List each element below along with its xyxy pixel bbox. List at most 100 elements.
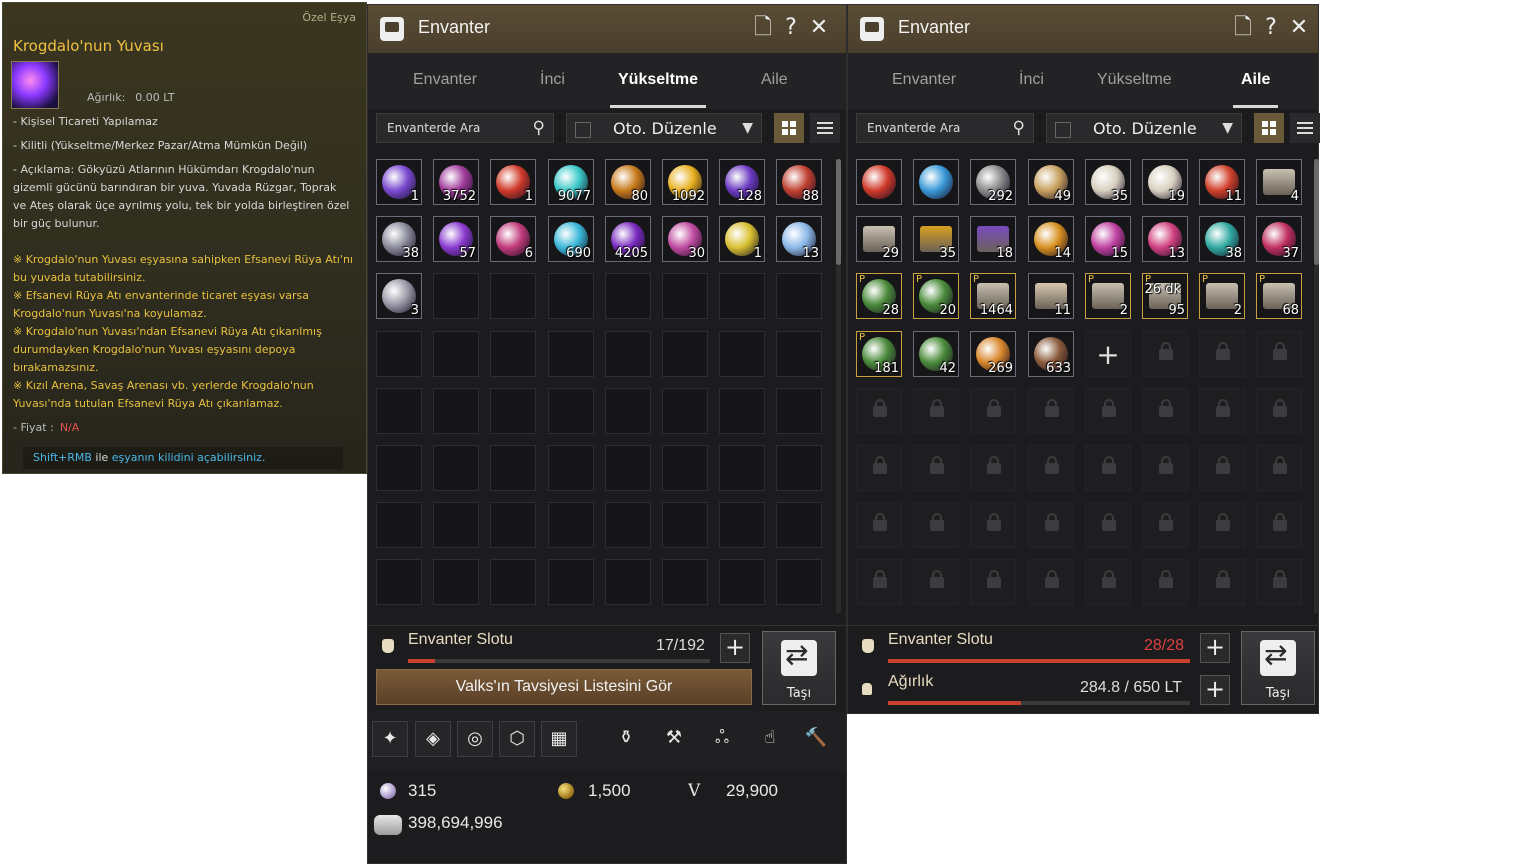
empty-slot[interactable] xyxy=(776,502,822,548)
document-icon[interactable]: 🗋 xyxy=(750,15,776,41)
empty-slot[interactable] xyxy=(719,331,765,377)
empty-slot[interactable] xyxy=(490,388,536,434)
empty-slot[interactable] xyxy=(433,388,479,434)
mallet-icon[interactable]: 🔨 xyxy=(798,721,834,757)
inventory-item[interactable]: 4 xyxy=(1256,159,1302,205)
inventory-item[interactable]: 35 xyxy=(1085,159,1131,205)
inventory-item[interactable]: 3752 xyxy=(433,159,479,205)
inventory-item[interactable]: 1 xyxy=(490,159,536,205)
inventory-item[interactable]: 4205 xyxy=(605,216,651,262)
empty-slot[interactable] xyxy=(376,445,422,491)
empty-slot[interactable] xyxy=(605,445,651,491)
inventory-item[interactable]: 292 xyxy=(970,159,1016,205)
empty-slot[interactable] xyxy=(605,388,651,434)
grid-icon[interactable]: ▦ xyxy=(541,721,577,757)
close-icon[interactable]: ✕ xyxy=(1286,15,1312,41)
inventory-item[interactable]: P2 xyxy=(1199,273,1245,319)
inventory-item[interactable]: P 68 xyxy=(1256,273,1302,319)
inventory-item[interactable]: 269 xyxy=(970,331,1016,377)
empty-slot[interactable] xyxy=(662,388,708,434)
close-icon[interactable]: ✕ xyxy=(806,15,832,41)
empty-slot[interactable] xyxy=(605,273,651,319)
valks-advice-button[interactable]: Valks'ın Tavsiyesi Listesini Gör xyxy=(376,669,752,705)
auto-sort-checkbox[interactable] xyxy=(575,122,591,138)
empty-slot[interactable] xyxy=(376,502,422,548)
inventory-item[interactable]: 11 xyxy=(1028,273,1074,319)
inventory-item[interactable]: 49 xyxy=(1028,159,1074,205)
inventory-item[interactable]: 128 xyxy=(719,159,765,205)
empty-slot[interactable] xyxy=(605,331,651,377)
empty-slot[interactable] xyxy=(605,559,651,605)
empty-slot[interactable] xyxy=(376,559,422,605)
empty-slot[interactable] xyxy=(776,559,822,605)
empty-slot[interactable] xyxy=(662,559,708,605)
hand-icon[interactable]: ☝ xyxy=(752,721,788,757)
empty-slot[interactable] xyxy=(548,273,594,319)
inventory-item[interactable]: 19 xyxy=(1142,159,1188,205)
empty-slot[interactable] xyxy=(433,502,479,548)
move-button[interactable]: Taşı xyxy=(1241,631,1315,705)
empty-slot[interactable] xyxy=(548,445,594,491)
empty-slot[interactable] xyxy=(605,502,651,548)
inventory-item[interactable]: 9077 xyxy=(548,159,594,205)
inventory-item[interactable]: P 28 xyxy=(856,273,902,319)
inventory-item[interactable]: 13 xyxy=(776,216,822,262)
help-icon[interactable]: ? xyxy=(778,15,804,41)
inventory-item[interactable]: 15 xyxy=(1085,216,1131,262)
gem-plus-icon[interactable]: ◈ xyxy=(415,721,451,757)
empty-slot[interactable] xyxy=(490,502,536,548)
empty-slot[interactable] xyxy=(376,388,422,434)
empty-slot[interactable] xyxy=(490,331,536,377)
inventory-item[interactable]: P 181 xyxy=(856,331,902,377)
empty-slot[interactable] xyxy=(490,445,536,491)
help-icon[interactable]: ? xyxy=(1258,15,1284,41)
add-slot-button[interactable]: + xyxy=(720,633,750,663)
empty-slot[interactable] xyxy=(719,388,765,434)
inventory-item[interactable]: 38 xyxy=(1199,216,1245,262)
empty-slot[interactable] xyxy=(719,445,765,491)
add-slot-button[interactable]: + xyxy=(1200,633,1230,663)
inventory-item[interactable]: 3 xyxy=(376,273,422,319)
inventory-item[interactable]: 690 xyxy=(548,216,594,262)
search-input[interactable]: Envanterde Ara ⚲ xyxy=(856,113,1034,143)
tab-aile[interactable]: Aile xyxy=(761,71,788,89)
wand-icon[interactable]: ✦ xyxy=(372,721,408,757)
empty-slot[interactable] xyxy=(433,445,479,491)
empty-slot[interactable] xyxy=(376,331,422,377)
auto-sort-dropdown[interactable]: Oto. Düzenle ▼ xyxy=(566,113,762,143)
inventory-item[interactable]: 14 xyxy=(1028,216,1074,262)
tab-aile[interactable]: Aile xyxy=(1232,71,1279,108)
search-input[interactable]: Envanterde Ara ⚲ xyxy=(376,113,554,143)
empty-slot[interactable] xyxy=(719,502,765,548)
lantern-icon[interactable]: ⚱ xyxy=(608,721,644,757)
title-bar[interactable]: Envanter 🗋 ? ✕ xyxy=(368,5,846,53)
inventory-item[interactable]: 42 xyxy=(913,331,959,377)
grid-view-button[interactable] xyxy=(774,113,804,143)
inventory-item[interactable]: 13 xyxy=(1142,216,1188,262)
inventory-item[interactable]: 1 xyxy=(376,159,422,205)
empty-slot[interactable] xyxy=(433,559,479,605)
tab-envanter[interactable]: Envanter xyxy=(892,71,956,89)
empty-slot[interactable] xyxy=(548,331,594,377)
inventory-item[interactable]: 37 xyxy=(1256,216,1302,262)
move-button[interactable]: Taşı xyxy=(762,631,836,705)
inventory-item[interactable]: 57 xyxy=(433,216,479,262)
empty-slot[interactable] xyxy=(548,388,594,434)
empty-slot[interactable] xyxy=(548,502,594,548)
grid-view-button[interactable] xyxy=(1254,113,1284,143)
inventory-item[interactable]: P 20 xyxy=(913,273,959,319)
list-view-button[interactable] xyxy=(1290,113,1320,143)
hammer-icon[interactable]: ⚒ xyxy=(656,721,692,757)
empty-slot[interactable] xyxy=(433,273,479,319)
empty-slot[interactable] xyxy=(719,273,765,319)
empty-slot[interactable] xyxy=(490,559,536,605)
tab-envanter[interactable]: Envanter xyxy=(413,71,477,89)
inventory-item[interactable]: P 1464 xyxy=(970,273,1016,319)
inventory-item[interactable]: P 26 dk 95 xyxy=(1142,273,1188,319)
inventory-item[interactable]: 88 xyxy=(776,159,822,205)
document-icon[interactable]: 🗋 xyxy=(1230,15,1256,41)
auto-sort-checkbox[interactable] xyxy=(1055,122,1071,138)
empty-slot[interactable] xyxy=(776,331,822,377)
inventory-item[interactable]: 38 xyxy=(376,216,422,262)
inventory-item[interactable]: 6 xyxy=(490,216,536,262)
